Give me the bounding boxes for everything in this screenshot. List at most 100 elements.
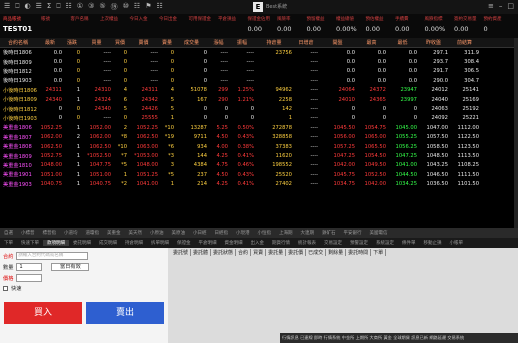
panel-tab[interactable]: 期貨行情 xyxy=(268,240,294,246)
sell-button[interactable]: 賣出 xyxy=(86,302,164,324)
order-column-header[interactable]: 買賣 xyxy=(251,249,267,256)
window-control-icon[interactable]: – xyxy=(499,2,503,10)
toolbar-tool-icon[interactable]: ⚑ xyxy=(145,2,151,12)
vertical-scrollbar[interactable] xyxy=(514,38,518,228)
market-tab[interactable]: 美原油 xyxy=(168,230,190,236)
column-header[interactable]: 日增倉 xyxy=(294,39,320,46)
column-header[interactable]: 最新 xyxy=(38,39,64,46)
toolbar-tool-icon[interactable]: ☷ xyxy=(66,2,72,12)
column-header[interactable]: 最低 xyxy=(388,39,419,46)
panel-tab[interactable]: 統計報表 xyxy=(294,240,320,246)
panel-tab[interactable]: 委託明細 xyxy=(69,240,95,246)
quote-row[interactable]: 小後時日1806 24311 1 24310 4 24311 4 51078 299 1.25% 9… xyxy=(0,86,518,95)
quote-row[interactable]: 美重金1809 1052.75 1 *1052.50 *7 *1053.00 *3 144 4.… xyxy=(0,151,518,160)
column-header[interactable]: 開盤 xyxy=(320,39,357,46)
quote-row[interactable]: 美重金1806 1052.25 1 1052.00 2 1052.25 *10 13287 5.… xyxy=(0,123,518,132)
order-column-header[interactable]: 剩餘量 xyxy=(326,249,347,256)
contract-input[interactable]: 請輸入合約代碼或名稱 xyxy=(16,252,89,260)
validity-select[interactable]: 當日有效 xyxy=(51,263,90,271)
order-column-header[interactable]: 委託價 xyxy=(286,249,307,256)
market-tab[interactable]: 美重金 xyxy=(103,230,125,236)
column-header[interactable]: 持倉量 xyxy=(256,39,294,46)
order-column-header[interactable]: 委託號 xyxy=(171,249,192,256)
column-header[interactable]: 最高 xyxy=(357,39,388,46)
toolbar-tool-icon[interactable]: ① xyxy=(77,2,83,12)
column-header[interactable]: 昨收盤 xyxy=(419,39,450,46)
quote-row[interactable]: 美重金1810 1048.00 1 1047.75 *5 1048.00 3 4384 4.75… xyxy=(0,161,518,170)
panel-tab[interactable]: 系統設定 xyxy=(372,240,398,246)
market-tab[interactable]: 自選 xyxy=(0,230,17,236)
market-tab[interactable]: 上海期 xyxy=(275,230,297,236)
column-header[interactable]: 前結算 xyxy=(450,39,481,46)
panel-tab[interactable]: 快速下單 xyxy=(17,240,43,246)
window-control-icon[interactable]: ≡ xyxy=(488,2,494,10)
market-tab[interactable]: 大連期 xyxy=(297,230,319,236)
quote-row[interactable]: 後時日1903 0.0 0 ---- 0 ---- 0 0 ---- ---- ---- 0.0 0.0… xyxy=(0,76,518,85)
quote-row[interactable]: 後時日1809 0.0 0 ---- 0 ---- 0 0 ---- ---- ---- 0.0 0.0… xyxy=(0,57,518,66)
market-tab[interactable]: 平安銀行 xyxy=(340,230,366,236)
market-tab[interactable]: 小恒指 xyxy=(254,230,276,236)
panel-tab[interactable]: 拆單明細 xyxy=(147,240,173,246)
order-column-header[interactable]: 下單 xyxy=(371,249,387,256)
column-header[interactable]: 漲跌 xyxy=(64,39,82,46)
quote-row[interactable]: 小後時日1812 0 0 24340 5 24426 5 0 0 0 142 ---- 0 0 0 24063… xyxy=(0,104,518,113)
market-tab[interactable]: 美國電信 xyxy=(366,230,392,236)
market-tab[interactable]: 鉄矿石 xyxy=(318,230,340,236)
market-tab[interactable]: 小現港 xyxy=(232,230,254,236)
quote-row[interactable]: 美重金1808 1062.50 1 1062.50 *10 1063.00 *6 934 4.0… xyxy=(0,142,518,151)
panel-tab[interactable]: 預警設定 xyxy=(346,240,372,246)
toolbar-tool-icon[interactable]: ⎕ xyxy=(15,2,19,12)
panel-tab[interactable]: 資金明細 xyxy=(221,240,247,246)
column-header[interactable]: 賣價 xyxy=(129,39,160,46)
panel-tab[interactable]: 出入金 xyxy=(247,240,269,246)
qty-input[interactable]: 1 xyxy=(16,263,43,271)
toolbar-tool-icon[interactable]: ☷ xyxy=(156,2,162,12)
toolbar-tool-icon[interactable]: ☰ xyxy=(4,2,10,12)
toolbar-tool-icon[interactable]: ⑤ xyxy=(99,2,105,12)
toolbar-tool-icon[interactable]: ☰ xyxy=(36,2,42,12)
market-tab[interactable]: 小標普 xyxy=(17,230,39,236)
market-tab[interactable]: 標普指 xyxy=(39,230,61,236)
order-column-header[interactable]: 委託量 xyxy=(266,249,287,256)
order-column-header[interactable]: 合約 xyxy=(236,249,252,256)
market-tab[interactable]: 美天然 xyxy=(125,230,147,236)
column-header[interactable]: 賣量 xyxy=(160,39,176,46)
toolbar-tool-icon[interactable]: ⑩ xyxy=(123,2,129,12)
quote-row[interactable]: 後時日1812 0.0 0 ---- 0 ---- 0 0 ---- ---- ---- 0.0 0.0… xyxy=(0,67,518,76)
order-column-header[interactable]: 已成交 xyxy=(306,249,327,256)
market-tab[interactable]: 日經指 xyxy=(211,230,233,236)
panel-tab[interactable]: 條件單 xyxy=(398,240,420,246)
market-tab[interactable]: 小道均 xyxy=(60,230,82,236)
order-column-header[interactable]: 委託時間 xyxy=(346,249,372,256)
quote-row[interactable]: 小後時日1903 0 0 ---- 0 25555 1 0 0 0 1 ---- 0 0 0 24092 252… xyxy=(0,114,518,123)
column-header[interactable]: 振幅 xyxy=(230,39,256,46)
quick-checkbox[interactable] xyxy=(3,286,8,291)
market-tab[interactable]: 小日經 xyxy=(189,230,211,236)
panel-tab[interactable]: 持倉明細 xyxy=(121,240,147,246)
order-column-header[interactable]: 委託狀態 xyxy=(211,249,237,256)
toolbar-tool-icon[interactable]: ⑲ xyxy=(111,2,118,12)
column-header[interactable]: 買量 xyxy=(82,39,113,46)
window-control-icon[interactable]: □ xyxy=(507,2,514,10)
order-column-header[interactable]: 委託體 xyxy=(191,249,212,256)
toolbar-tool-icon[interactable]: ☷ xyxy=(134,2,140,12)
panel-tab[interactable]: 保證金 xyxy=(173,240,195,246)
panel-tab[interactable]: 移動止損 xyxy=(420,240,446,246)
price-input[interactable] xyxy=(16,274,43,282)
panel-tab[interactable]: 款項明細 xyxy=(43,240,69,246)
market-tab[interactable]: 小原油 xyxy=(146,230,168,236)
column-header[interactable]: 合約名稱 xyxy=(0,39,38,46)
panel-tab[interactable]: 下單 xyxy=(0,240,17,246)
panel-tab[interactable]: 交易設定 xyxy=(320,240,346,246)
quote-row[interactable]: 美重金1903 1040.75 1 1040.75 *2 1041.00 1 214 4.25 0… xyxy=(0,180,518,189)
buy-button[interactable]: 買入 xyxy=(4,302,82,324)
column-header[interactable]: 成交量 xyxy=(176,39,209,46)
quote-row[interactable]: 小後時日1809 24340 1 24324 6 24342 5 167 290 1.21% 225… xyxy=(0,95,518,104)
quote-row[interactable]: 後時日1806 0.0 0 ---- 0 ---- 0 0 ---- ---- 23756 ---- 0… xyxy=(0,48,518,57)
panel-tab[interactable]: 成交明細 xyxy=(95,240,121,246)
quote-row[interactable]: 美重金1901 1051.00 1 1051.00 1 1051.25 *5 237 4.50 0… xyxy=(0,170,518,179)
toolbar-tool-icon[interactable]: ◐ xyxy=(24,2,30,12)
panel-tab[interactable]: 平倉明細 xyxy=(195,240,221,246)
quote-row[interactable]: 美重金1807 1062.00 2 1062.00 *8 1062.50 *19 9711 4.… xyxy=(0,133,518,142)
toolbar-tool-icon[interactable]: Σ xyxy=(47,2,51,12)
